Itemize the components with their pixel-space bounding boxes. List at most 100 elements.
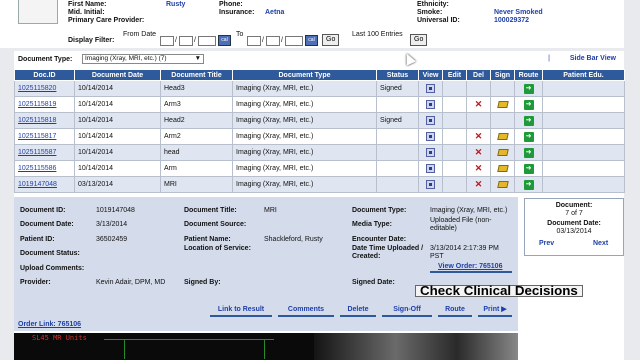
table-row[interactable]: 1025115820 10/14/2014 Head3 Imaging (Xray, … bbox=[14, 80, 625, 97]
to-calendar-icon[interactable]: cal bbox=[305, 35, 318, 46]
doc-status-cell bbox=[376, 144, 419, 161]
table-row[interactable]: 1025115819 10/14/2014 Arm3 Imaging (Xray, M… bbox=[14, 96, 625, 113]
next-link[interactable]: Next bbox=[593, 240, 608, 247]
ethnicity-label: Ethnicity: bbox=[417, 1, 449, 8]
comments-button[interactable]: Comments bbox=[278, 305, 334, 317]
route-arrow-icon[interactable]: ➜ bbox=[523, 115, 534, 126]
to-day-input[interactable] bbox=[266, 36, 280, 46]
doc-id-cell[interactable]: 1019147048 bbox=[14, 176, 75, 193]
link-to-result-button[interactable]: Link to Result bbox=[210, 305, 272, 317]
view-document-icon[interactable] bbox=[426, 180, 435, 189]
table-row[interactable]: 1025115586 10/14/2014 Arm Imaging (Xray, MR… bbox=[14, 160, 625, 177]
col-edit: Edit bbox=[442, 69, 467, 81]
route-arrow-icon[interactable]: ➜ bbox=[523, 147, 534, 158]
route-arrow-icon[interactable]: ➜ bbox=[523, 83, 534, 94]
patient-edu-cell bbox=[542, 144, 625, 161]
del-cell bbox=[466, 80, 491, 97]
delete-icon[interactable]: ✕ bbox=[475, 147, 483, 157]
print-button[interactable]: Print ▶ bbox=[478, 305, 512, 317]
sign-off-button[interactable]: Sign-Off bbox=[382, 305, 432, 317]
del-cell: ✕ bbox=[466, 96, 491, 113]
order-link[interactable]: Order Link: 765106 bbox=[18, 321, 81, 328]
view-document-icon[interactable] bbox=[426, 116, 435, 125]
route-arrow-icon[interactable]: ➜ bbox=[523, 179, 534, 190]
view-cell bbox=[418, 112, 443, 129]
col-status[interactable]: Status bbox=[376, 69, 419, 81]
doc-id-link[interactable]: 1025115586 bbox=[18, 165, 56, 172]
doc-title-label: Document Title: bbox=[184, 207, 237, 214]
view-document-icon[interactable] bbox=[426, 164, 435, 173]
media-type-value-2: editable) bbox=[430, 225, 457, 232]
from-month-input[interactable] bbox=[160, 36, 174, 46]
delete-button[interactable]: Delete bbox=[340, 305, 376, 317]
from-calendar-icon[interactable]: cal bbox=[218, 35, 231, 46]
del-cell bbox=[466, 112, 491, 129]
image-viewer[interactable]: SL45 MR Units bbox=[14, 333, 518, 360]
delete-icon[interactable]: ✕ bbox=[475, 131, 483, 141]
view-document-icon[interactable] bbox=[426, 84, 435, 93]
del-cell: ✕ bbox=[466, 128, 491, 145]
del-cell: ✕ bbox=[466, 160, 491, 177]
delete-icon[interactable]: ✕ bbox=[475, 99, 483, 109]
col-doc-id[interactable]: Doc.ID bbox=[14, 69, 75, 81]
route-arrow-icon[interactable]: ➜ bbox=[523, 163, 534, 174]
from-year-input[interactable] bbox=[198, 36, 216, 46]
doc-id-link[interactable]: 1025115819 bbox=[18, 101, 56, 108]
col-document-type[interactable]: Document Type bbox=[232, 69, 377, 81]
table-row[interactable]: 1025115817 10/14/2014 Arm2 Imaging (Xray, M… bbox=[14, 128, 625, 145]
side-bar-view-link[interactable]: Side Bar View bbox=[570, 55, 616, 62]
first-name-value: Rusty bbox=[166, 1, 186, 8]
col-document-title[interactable]: Document Title bbox=[160, 69, 233, 81]
doc-id-link[interactable]: 1025115818 bbox=[18, 117, 56, 124]
route-arrow-icon[interactable]: ➜ bbox=[523, 99, 534, 110]
doc-id-cell[interactable]: 1025115587 bbox=[14, 144, 75, 161]
nav-doc-label: Document: bbox=[555, 202, 593, 209]
delete-icon[interactable]: ✕ bbox=[475, 179, 483, 189]
view-document-icon[interactable] bbox=[426, 100, 435, 109]
table-row[interactable]: 1019147048 03/13/2014 MRI Imaging (Xray, MR… bbox=[14, 176, 625, 193]
sign-pen-icon[interactable] bbox=[496, 148, 509, 156]
doc-id-cell[interactable]: 1025115818 bbox=[14, 112, 75, 129]
table-row[interactable]: 1025115818 10/14/2014 Head2 Imaging (Xray, … bbox=[14, 112, 625, 129]
doc-status-cell bbox=[376, 176, 419, 193]
date-sep: / bbox=[262, 37, 264, 44]
route-cell: ➜ bbox=[514, 80, 543, 97]
doc-id-link[interactable]: 1025115817 bbox=[18, 133, 56, 140]
col-document-date[interactable]: Document Date bbox=[74, 69, 161, 81]
document-type-label: Document Type: bbox=[18, 56, 73, 63]
patient-name-value: Shackleford, Rusty bbox=[264, 236, 323, 243]
route-arrow-icon[interactable]: ➜ bbox=[523, 131, 534, 142]
view-order-link[interactable]: View Order: 765106 bbox=[438, 263, 502, 270]
to-year-input[interactable] bbox=[285, 36, 303, 46]
route-cell: ➜ bbox=[514, 144, 543, 161]
doc-id-cell[interactable]: 1025115817 bbox=[14, 128, 75, 145]
doc-id-link[interactable]: 1019147048 bbox=[18, 181, 57, 188]
table-row[interactable]: 1025115587 10/14/2014 head Imaging (Xray, M… bbox=[14, 144, 625, 161]
check-clinical-decisions-button[interactable]: Check Clinical Decisions bbox=[415, 284, 583, 297]
sign-pen-icon[interactable] bbox=[496, 100, 509, 108]
doc-id-cell[interactable]: 1025115820 bbox=[14, 80, 75, 97]
doc-id-link[interactable]: 1025115587 bbox=[18, 149, 56, 156]
route-button[interactable]: Route bbox=[438, 305, 472, 317]
prev-link[interactable]: Prev bbox=[539, 240, 554, 247]
from-day-input[interactable] bbox=[179, 36, 193, 46]
document-type-select[interactable]: Imaging (Xray, MRI, etc.) (7) ▼ bbox=[82, 54, 204, 64]
table-header-row: Doc.ID Document Date Document Title Docu… bbox=[14, 69, 625, 81]
doc-id-link[interactable]: 1025115820 bbox=[18, 85, 56, 92]
view-document-icon[interactable] bbox=[426, 148, 435, 157]
doc-type-cell: Imaging (Xray, MRI, etc.) bbox=[232, 160, 377, 177]
view-document-icon[interactable] bbox=[426, 132, 435, 141]
sign-cell bbox=[490, 144, 515, 161]
sign-pen-icon[interactable] bbox=[496, 132, 509, 140]
doc-date-cell: 10/14/2014 bbox=[74, 112, 161, 129]
doc-id-cell[interactable]: 1025115819 bbox=[14, 96, 75, 113]
sign-pen-icon[interactable] bbox=[496, 180, 509, 188]
document-type-row: Document Type: Imaging (Xray, MRI, etc.)… bbox=[14, 51, 624, 67]
provider-label: Provider: bbox=[20, 279, 51, 286]
delete-icon[interactable]: ✕ bbox=[475, 163, 483, 173]
last-100-go-button[interactable]: Go bbox=[410, 34, 428, 46]
sign-pen-icon[interactable] bbox=[496, 164, 509, 172]
doc-id-cell[interactable]: 1025115586 bbox=[14, 160, 75, 177]
to-month-input[interactable] bbox=[247, 36, 261, 46]
filter-go-button[interactable]: Go bbox=[322, 34, 340, 46]
